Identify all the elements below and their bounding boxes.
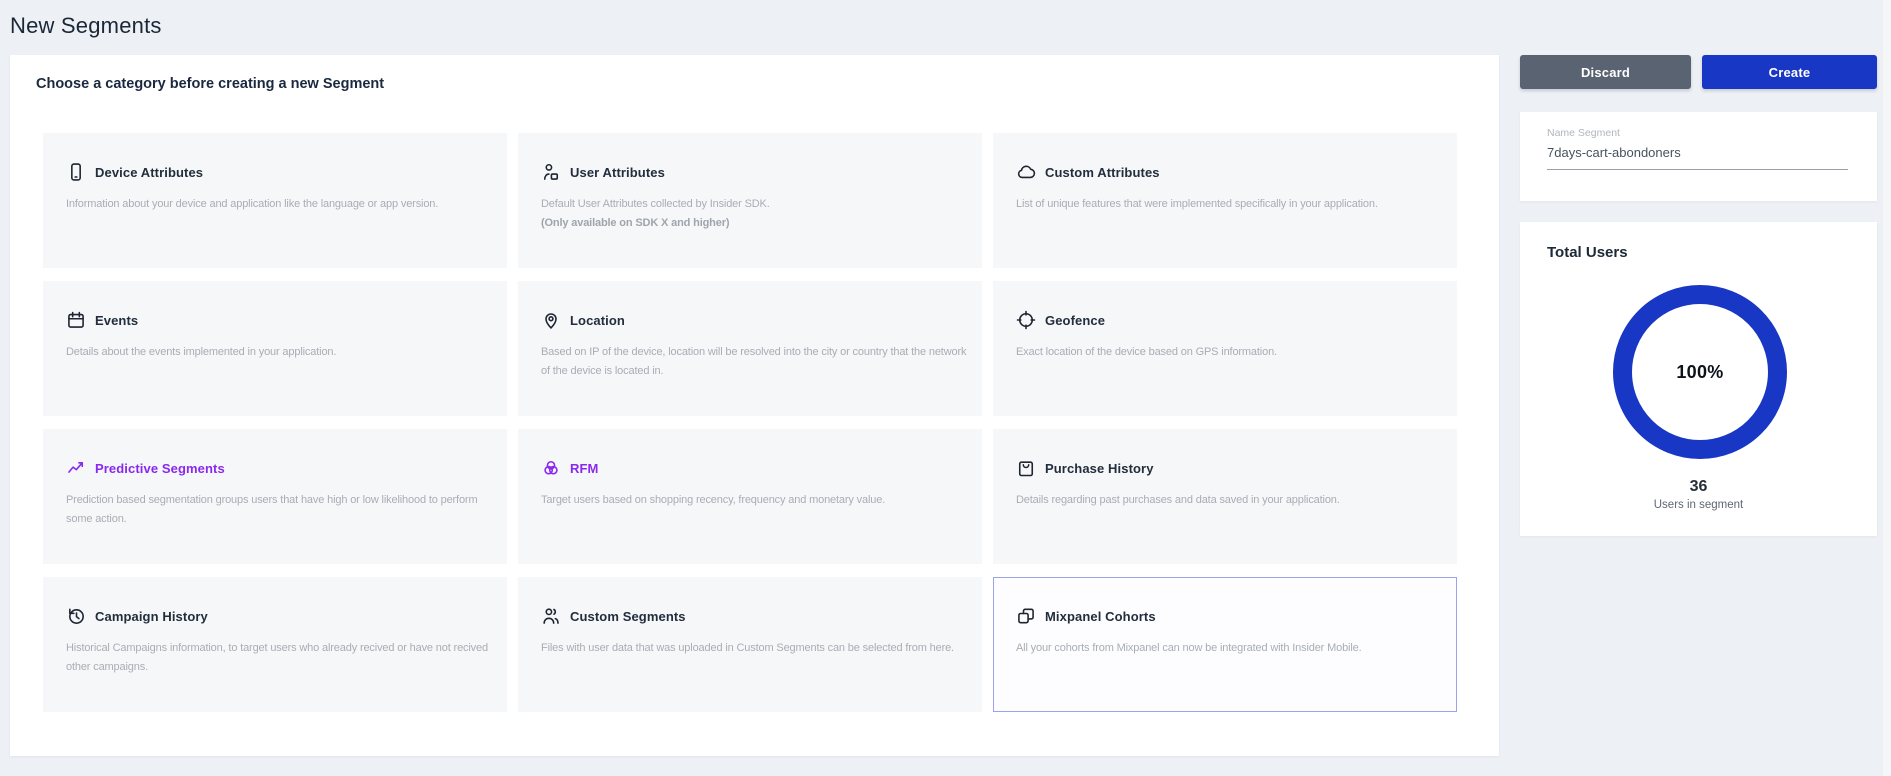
category-label: RFM — [570, 461, 598, 476]
category-card-events[interactable]: Events Details about the events implemen… — [43, 281, 507, 416]
category-card-head: Custom Attributes — [1016, 162, 1444, 182]
device-icon — [66, 162, 86, 182]
category-description: Historical Campaigns information, to tar… — [66, 639, 494, 678]
category-card-head: User Attributes — [541, 162, 969, 182]
panel-subtitle: Choose a category before creating a new … — [36, 76, 384, 92]
users-count-caption: Users in segment — [1520, 499, 1877, 511]
total-users-donut-chart: 100% — [1613, 285, 1787, 459]
category-card-custom-attributes[interactable]: Custom Attributes List of unique feature… — [993, 133, 1457, 268]
category-description: Files with user data that was uploaded i… — [541, 639, 969, 658]
venn-diagram-icon — [541, 458, 561, 478]
category-label: Geofence — [1045, 313, 1105, 328]
location-pin-icon — [541, 310, 561, 330]
category-label: Campaign History — [95, 609, 208, 624]
category-label: Mixpanel Cohorts — [1045, 609, 1156, 624]
category-card-head: Mixpanel Cohorts — [1016, 606, 1444, 626]
category-description: Prediction based segmentation groups use… — [66, 491, 494, 530]
category-description: Default User Attributes collected by Ins… — [541, 195, 969, 234]
category-card-geofence[interactable]: Geofence Exact location of the device ba… — [993, 281, 1457, 416]
category-card-predictive-segments[interactable]: Predictive Segments Prediction based seg… — [43, 429, 507, 564]
category-card-campaign-history[interactable]: Campaign History Historical Campaigns in… — [43, 577, 507, 712]
category-label: Events — [95, 313, 138, 328]
discard-button[interactable]: Discard — [1520, 55, 1691, 89]
category-label: Predictive Segments — [95, 461, 225, 476]
total-users-title: Total Users — [1547, 244, 1628, 261]
category-card-head: Predictive Segments — [66, 458, 494, 478]
category-card-head: RFM — [541, 458, 969, 478]
category-card-mixpanel-cohorts[interactable]: Mixpanel Cohorts All your cohorts from M… — [993, 577, 1457, 712]
category-card-purchase-history[interactable]: Purchase History Details regarding past … — [993, 429, 1457, 564]
shopping-bag-icon — [1016, 458, 1036, 478]
category-card-rfm[interactable]: RFM Target users based on shopping recen… — [518, 429, 982, 564]
category-description: Based on IP of the device, location will… — [541, 343, 969, 382]
total-users-card: Total Users 100% 36 Users in segment — [1520, 222, 1877, 536]
category-label: Custom Segments — [570, 609, 686, 624]
category-label: Purchase History — [1045, 461, 1154, 476]
category-description: Exact location of the device based on GP… — [1016, 343, 1444, 362]
category-card-head: Custom Segments — [541, 606, 969, 626]
category-description: All your cohorts from Mixpanel can now b… — [1016, 639, 1444, 658]
category-card-head: Events — [66, 310, 494, 330]
category-description: Details regarding past purchases and dat… — [1016, 491, 1444, 510]
category-card-location[interactable]: Location Based on IP of the device, loca… — [518, 281, 982, 416]
category-card-head: Location — [541, 310, 969, 330]
create-button[interactable]: Create — [1702, 55, 1877, 89]
category-description: Target users based on shopping recency, … — [541, 491, 969, 510]
category-description: Details about the events implemented in … — [66, 343, 494, 362]
name-segment-card: Name Segment — [1520, 112, 1877, 201]
calendar-icon — [66, 310, 86, 330]
category-description: Information about your device and applic… — [66, 195, 494, 214]
category-label: User Attributes — [570, 165, 665, 180]
geofence-crosshair-icon — [1016, 310, 1036, 330]
category-card-device-attributes[interactable]: Device Attributes Information about your… — [43, 133, 507, 268]
page-title: New Segments — [10, 13, 162, 39]
category-grid: Device Attributes Information about your… — [43, 133, 1457, 712]
category-card-head: Campaign History — [66, 606, 494, 626]
category-label: Device Attributes — [95, 165, 203, 180]
user-card-icon — [541, 162, 561, 182]
category-label: Location — [570, 313, 625, 328]
users-count: 36 — [1520, 478, 1877, 496]
category-panel: Choose a category before creating a new … — [10, 55, 1499, 756]
donut-percent-label: 100% — [1676, 362, 1723, 383]
scrollbar[interactable] — [1883, 0, 1891, 776]
history-clock-icon — [66, 606, 86, 626]
category-label: Custom Attributes — [1045, 165, 1160, 180]
people-icon — [541, 606, 561, 626]
category-card-head: Purchase History — [1016, 458, 1444, 478]
category-card-custom-segments[interactable]: Custom Segments Files with user data tha… — [518, 577, 982, 712]
name-segment-input[interactable] — [1547, 145, 1848, 170]
name-segment-label: Name Segment — [1547, 127, 1620, 139]
category-card-user-attributes[interactable]: User Attributes Default User Attributes … — [518, 133, 982, 268]
cloud-icon — [1016, 162, 1036, 182]
category-card-head: Device Attributes — [66, 162, 494, 182]
trend-arrow-icon — [66, 458, 86, 478]
cohorts-link-icon — [1016, 606, 1036, 626]
category-card-head: Geofence — [1016, 310, 1444, 330]
category-description: List of unique features that were implem… — [1016, 195, 1444, 214]
